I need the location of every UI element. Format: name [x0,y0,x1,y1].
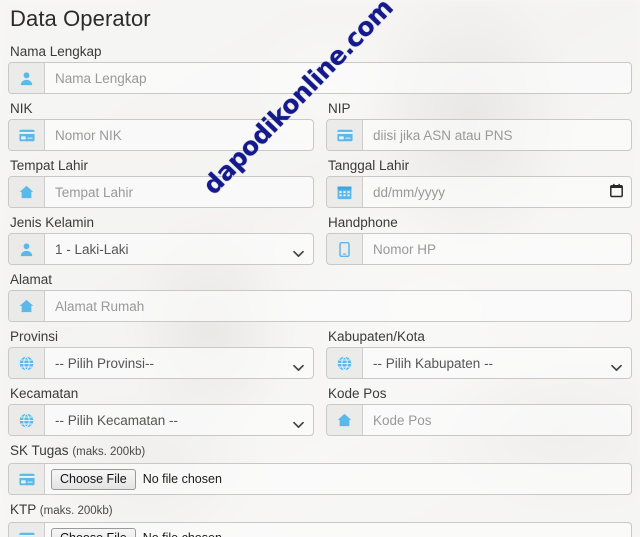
kecamatan-select[interactable]: -- Pilih Kecamatan -- [45,405,313,435]
chevron-down-icon [293,360,304,371]
globe-icon [9,348,45,378]
row-nik-nip: NIK Nomor NIK NIP diisi jika ASN atau PN… [8,99,632,156]
tanggal-lahir-input[interactable]: dd/mm/yyyy [363,177,631,207]
nip-input[interactable]: diisi jika ASN atau PNS [363,120,631,150]
date-picker-icon[interactable] [610,183,623,201]
input-group-alamat[interactable]: Alamat Rumah [8,290,632,322]
nik-input[interactable]: Nomor NIK [45,120,313,150]
chevron-down-icon [293,417,304,428]
tempat-lahir-input[interactable]: Tempat Lahir [45,177,313,207]
row-sk-tugas: SK Tugas (maks. 200kb) Choose File No fi… [8,441,632,500]
label-nik: NIK [10,101,33,116]
label-sk-tugas: SK Tugas (maks. 200kb) [8,441,632,463]
card-icon [9,464,45,494]
field-kecamatan: Kecamatan -- Pilih Kecamatan -- [8,384,314,436]
tanggal-lahir-placeholder: dd/mm/yyyy [373,184,446,200]
field-tempat-lahir: Tempat Lahir Tempat Lahir [8,156,314,208]
chevron-down-icon [611,360,622,371]
user-icon [9,234,45,264]
page-title: Data Operator [10,6,151,31]
field-provinsi: Provinsi -- Pilih Provinsi-- [8,327,314,379]
input-group-nama-lengkap[interactable]: Nama Lengkap [8,62,632,94]
label-kode-pos: Kode Pos [328,386,387,401]
alamat-input[interactable]: Alamat Rumah [45,291,631,321]
kabupaten-select[interactable]: -- Pilih Kabupaten -- [363,348,631,378]
input-group-sk-tugas[interactable]: Choose File No file chosen [8,463,632,495]
home-icon [9,291,45,321]
label-kabupaten: Kabupaten/Kota [328,329,425,344]
row-kecamatan-kodepos: Kecamatan -- Pilih Kecamatan -- Kode Pos [8,384,632,441]
label-sk-tugas-hint: (maks. 200kb) [72,446,146,458]
label-jenis-kelamin: Jenis Kelamin [10,215,95,230]
input-group-handphone[interactable]: Nomor HP [326,233,632,265]
label-ktp-text: KTP [10,502,37,517]
input-group-kode-pos[interactable]: Kode Pos [326,404,632,436]
row-alamat: Alamat Alamat Rumah [8,270,632,327]
label-alamat: Alamat [10,272,53,287]
field-kode-pos: Kode Pos Kode Pos [326,384,632,436]
label-nama-lengkap: Nama Lengkap [10,44,102,59]
home-icon [327,405,363,435]
row-nama-lengkap: Nama Lengkap Nama Lengkap [8,42,632,99]
field-nip: NIP diisi jika ASN atau PNS [326,99,632,151]
provinsi-value: -- Pilih Provinsi-- [55,355,155,371]
kabupaten-value: -- Pilih Kabupaten -- [373,355,494,371]
ktp-file-status: No file chosen [143,531,222,537]
sk-tugas-file-input[interactable]: Choose File No file chosen [45,464,631,494]
label-tempat-lahir: Tempat Lahir [10,158,89,173]
field-kabupaten: Kabupaten/Kota -- Pilih Kabupaten -- [326,327,632,379]
input-group-jenis-kelamin[interactable]: 1 - Laki-Laki [8,233,314,265]
kecamatan-value: -- Pilih Kecamatan -- [55,412,179,428]
card-icon [327,120,363,150]
field-tanggal-lahir: Tanggal Lahir dd/mm/yyyy [326,156,632,208]
kode-pos-input[interactable]: Kode Pos [363,405,631,435]
home-icon [9,177,45,207]
label-ktp: KTP (maks. 200kb) [8,500,632,522]
jenis-kelamin-select[interactable]: 1 - Laki-Laki [45,234,313,264]
sk-tugas-file-status: No file chosen [142,472,222,486]
field-ktp: KTP (maks. 200kb) Choose File No file ch… [8,500,632,537]
field-nama-lengkap: Nama Lengkap Nama Lengkap [8,42,632,94]
ktp-choose-file-button[interactable]: Choose File [51,527,136,537]
sk-tugas-choose-file-button[interactable]: Choose File [51,468,136,490]
label-nip: NIP [328,101,351,116]
label-ktp-hint: (maks. 200kb) [39,505,113,517]
label-provinsi: Provinsi [10,329,59,344]
phone-icon [327,234,363,264]
row-kelamin-handphone: Jenis Kelamin 1 - Laki-Laki Handphone No… [8,213,632,270]
nama-lengkap-input[interactable]: Nama Lengkap [45,63,631,93]
input-group-provinsi[interactable]: -- Pilih Provinsi-- [8,347,314,379]
input-group-kecamatan[interactable]: -- Pilih Kecamatan -- [8,404,314,436]
user-icon [9,63,45,93]
field-alamat: Alamat Alamat Rumah [8,270,632,322]
input-group-kabupaten[interactable]: -- Pilih Kabupaten -- [326,347,632,379]
handphone-input[interactable]: Nomor HP [363,234,631,264]
input-group-tempat-lahir[interactable]: Tempat Lahir [8,176,314,208]
row-ktp: KTP (maks. 200kb) Choose File No file ch… [8,500,632,537]
calendar-icon [327,177,363,207]
input-group-nik[interactable]: Nomor NIK [8,119,314,151]
input-group-ktp[interactable]: Choose File No file chosen [8,522,632,537]
label-sk-tugas-text: SK Tugas [10,443,69,458]
field-handphone: Handphone Nomor HP [326,213,632,265]
card-icon [9,120,45,150]
input-group-nip[interactable]: diisi jika ASN atau PNS [326,119,632,151]
card-icon [9,523,45,537]
label-tanggal-lahir: Tanggal Lahir [328,158,410,173]
field-sk-tugas: SK Tugas (maks. 200kb) Choose File No fi… [8,441,632,495]
row-provinsi-kabupaten: Provinsi -- Pilih Provinsi-- Kabupaten/K [8,327,632,384]
label-handphone: Handphone [328,215,398,230]
field-jenis-kelamin: Jenis Kelamin 1 - Laki-Laki [8,213,314,265]
operator-form-page: Data Operator Nama Lengkap Nama Lengkap … [0,0,640,537]
jenis-kelamin-value: 1 - Laki-Laki [55,241,129,257]
chevron-down-icon [293,246,304,257]
ktp-file-input[interactable]: Choose File No file chosen [45,523,631,537]
field-nik: NIK Nomor NIK [8,99,314,151]
input-group-tanggal-lahir[interactable]: dd/mm/yyyy [326,176,632,208]
globe-icon [9,405,45,435]
provinsi-select[interactable]: -- Pilih Provinsi-- [45,348,313,378]
label-kecamatan: Kecamatan [10,386,79,401]
row-tempat-tanggal-lahir: Tempat Lahir Tempat Lahir Tanggal Lahir [8,156,632,213]
globe-icon [327,348,363,378]
